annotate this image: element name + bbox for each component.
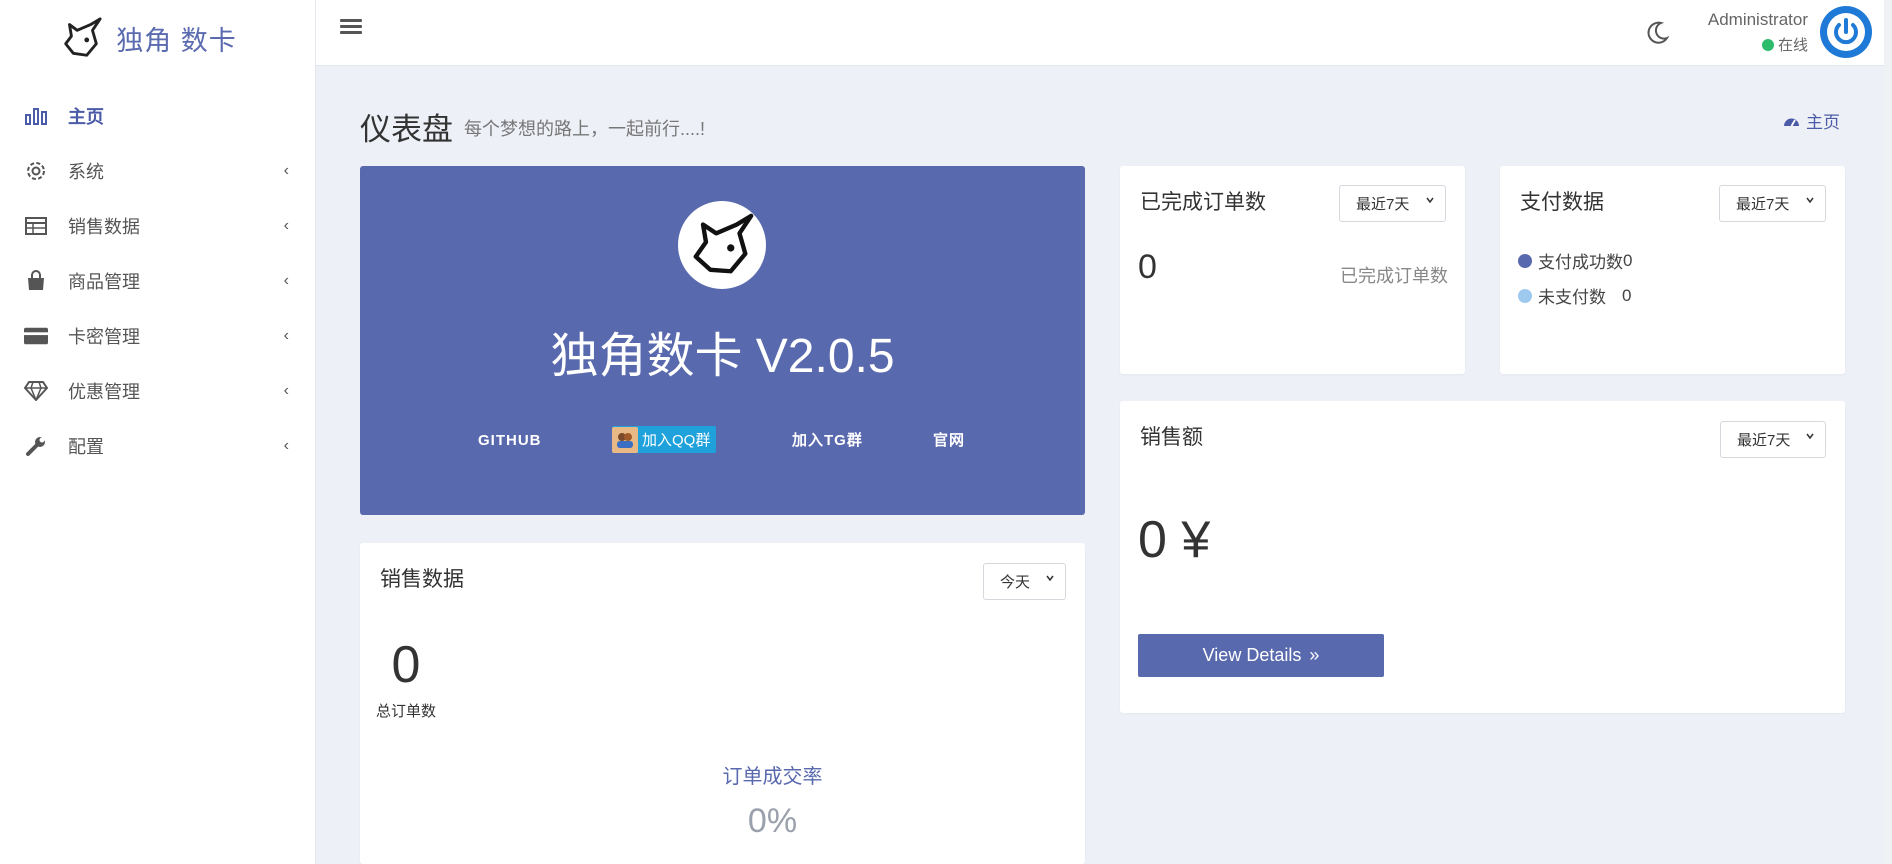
- range-select-value: 今天: [1000, 574, 1031, 591]
- join-qq-group-label: 加入QQ群: [642, 432, 711, 449]
- official-site-link[interactable]: 官网: [933, 426, 965, 456]
- sidebar-item-label: 配置: [68, 436, 104, 457]
- sales-data-card: 销售数据 今天 0 总订单数 订单成交率 0%: [360, 543, 1085, 864]
- hero-logo: [678, 201, 766, 289]
- breadcrumb-label: 主页: [1806, 113, 1840, 132]
- dashboard-gauge-icon: [1784, 118, 1799, 126]
- shopping-bag-icon: [24, 269, 48, 293]
- range-select-value: 最近7天: [1736, 196, 1790, 213]
- hero-card: 独角数卡 V2.0.5 GITHUB 加入QQ群 加入TG群 官网: [360, 166, 1085, 515]
- hero-links: GITHUB 加入QQ群 加入TG群 官网: [360, 426, 1085, 456]
- page-title: 仪表盘: [360, 112, 453, 147]
- brand-name: 独角 数卡: [116, 25, 237, 56]
- range-select-value: 最近7天: [1356, 196, 1410, 213]
- payment-success-value: 0: [1623, 250, 1633, 270]
- sidebar-item-sales-data[interactable]: 销售数据 ‹: [0, 198, 315, 253]
- page-subtitle: 每个梦想的路上，一起前行....!: [464, 119, 706, 139]
- chevron-left-icon: ‹: [283, 161, 289, 179]
- sidebar-item-label: 系统: [68, 161, 104, 182]
- sales-amount-card: 销售额 最近7天 0 ¥ View Details »: [1120, 401, 1845, 713]
- sales-amount-value: 0 ¥: [1138, 511, 1211, 569]
- sales-data-title: 销售数据: [380, 568, 464, 591]
- order-conversion-rate-value: 0%: [747, 802, 798, 840]
- brand[interactable]: 独角 数卡: [0, 0, 315, 76]
- sales-amount-title: 销售额: [1140, 426, 1203, 449]
- double-chevron-right-icon: »: [1309, 645, 1320, 665]
- qq-group-icon: [612, 426, 638, 453]
- chevron-down-icon: [1426, 197, 1434, 204]
- legend-dot: [1518, 253, 1532, 268]
- completed-orders-card: 已完成订单数 最近7天 0 已完成订单数: [1120, 166, 1465, 374]
- join-tg-group-link[interactable]: 加入TG群: [792, 426, 863, 456]
- unicorn-logo-icon: [693, 213, 754, 274]
- payment-unpaid-row: 未支付数 0: [1518, 283, 1631, 308]
- wrench-icon: [24, 434, 48, 458]
- chevron-left-icon: ‹: [283, 326, 289, 344]
- chevron-left-icon: ‹: [283, 381, 289, 399]
- sidebar-nav: 主页 系统 ‹ 销售数据 ‹ 商品管理 ‹ 卡密管理 ‹ 优惠管理 ‹ 配置 ‹: [0, 88, 315, 473]
- sidebar-item-products[interactable]: 商品管理 ‹: [0, 253, 315, 308]
- power-icon: [1827, 13, 1865, 51]
- chevron-left-icon: ‹: [283, 216, 289, 234]
- legend-dot: [1518, 288, 1532, 303]
- chevron-left-icon: ‹: [283, 271, 289, 289]
- sidebar-item-config[interactable]: 配置 ‹: [0, 418, 315, 473]
- credit-card-icon: [24, 324, 48, 348]
- hero-title: 独角数卡 V2.0.5: [550, 330, 895, 383]
- user-status: 在线: [1761, 34, 1808, 55]
- unicorn-logo-icon: [64, 17, 102, 57]
- order-conversion-rate-label: 订单成交率: [722, 766, 823, 788]
- sidebar-item-label: 主页: [68, 106, 104, 127]
- view-details-label: View Details: [1202, 645, 1302, 665]
- view-details-button[interactable]: View Details »: [1138, 634, 1384, 677]
- payment-unpaid-label: 未支付数: [1538, 288, 1606, 307]
- payment-success-label: 支付成功数: [1538, 253, 1623, 272]
- completed-orders-value: 0: [1138, 248, 1157, 286]
- payment-data-card: 支付数据 最近7天 支付成功数 0 未支付数 0: [1500, 166, 1845, 374]
- sidebar-item-system[interactable]: 系统 ‹: [0, 143, 315, 198]
- user-status-label: 在线: [1777, 37, 1808, 54]
- payment-data-title: 支付数据: [1520, 191, 1604, 214]
- table-icon: [24, 214, 48, 238]
- chevron-down-icon: [1806, 197, 1814, 204]
- range-select-value: 最近7天: [1737, 432, 1791, 449]
- total-orders-value: 0: [391, 636, 421, 694]
- avatar[interactable]: [1820, 6, 1872, 58]
- sidebar-item-coupons[interactable]: 优惠管理 ‹: [0, 363, 315, 418]
- completed-orders-label: 已完成订单数: [1340, 266, 1448, 286]
- sidebar-item-label: 卡密管理: [68, 326, 140, 347]
- sidebar-item-label: 商品管理: [68, 271, 140, 292]
- chevron-left-icon: ‹: [283, 436, 289, 454]
- sales-data-range-select[interactable]: 今天: [983, 563, 1066, 600]
- payment-success-row: 支付成功数 0: [1518, 248, 1632, 273]
- sidebar-item-home[interactable]: 主页: [0, 88, 315, 143]
- github-link[interactable]: GITHUB: [478, 426, 542, 456]
- page-scrollbar[interactable]: [1884, 0, 1892, 864]
- completed-orders-range-select[interactable]: 最近7天: [1339, 185, 1446, 222]
- sidebar: 独角 数卡 主页 系统 ‹ 销售数据 ‹ 商品管理 ‹ 卡密管理 ‹ 优惠管理 …: [0, 0, 316, 864]
- join-qq-group-button[interactable]: 加入QQ群: [612, 426, 717, 453]
- sidebar-item-label: 优惠管理: [68, 381, 140, 402]
- menu-toggle-icon[interactable]: [340, 16, 362, 38]
- payment-data-range-select[interactable]: 最近7天: [1719, 185, 1826, 222]
- user-name[interactable]: Administrator: [1708, 10, 1808, 30]
- payment-unpaid-value: 0: [1622, 285, 1632, 305]
- completed-orders-title: 已完成订单数: [1140, 191, 1266, 214]
- gear-icon: [24, 159, 48, 183]
- diamond-icon: [24, 379, 48, 403]
- online-status-dot: [1761, 38, 1774, 51]
- topbar: Administrator 在线: [316, 0, 1892, 66]
- breadcrumb[interactable]: 主页: [1783, 108, 1840, 133]
- chevron-down-icon: [1806, 433, 1814, 440]
- dark-mode-moon-icon[interactable]: [1644, 20, 1670, 46]
- sidebar-item-label: 销售数据: [68, 216, 140, 237]
- chevron-down-icon: [1046, 575, 1054, 582]
- sidebar-item-card-keys[interactable]: 卡密管理 ‹: [0, 308, 315, 363]
- total-orders-label: 总订单数: [375, 703, 436, 720]
- bar-chart-icon: [24, 104, 48, 128]
- sales-amount-range-select[interactable]: 最近7天: [1720, 421, 1826, 458]
